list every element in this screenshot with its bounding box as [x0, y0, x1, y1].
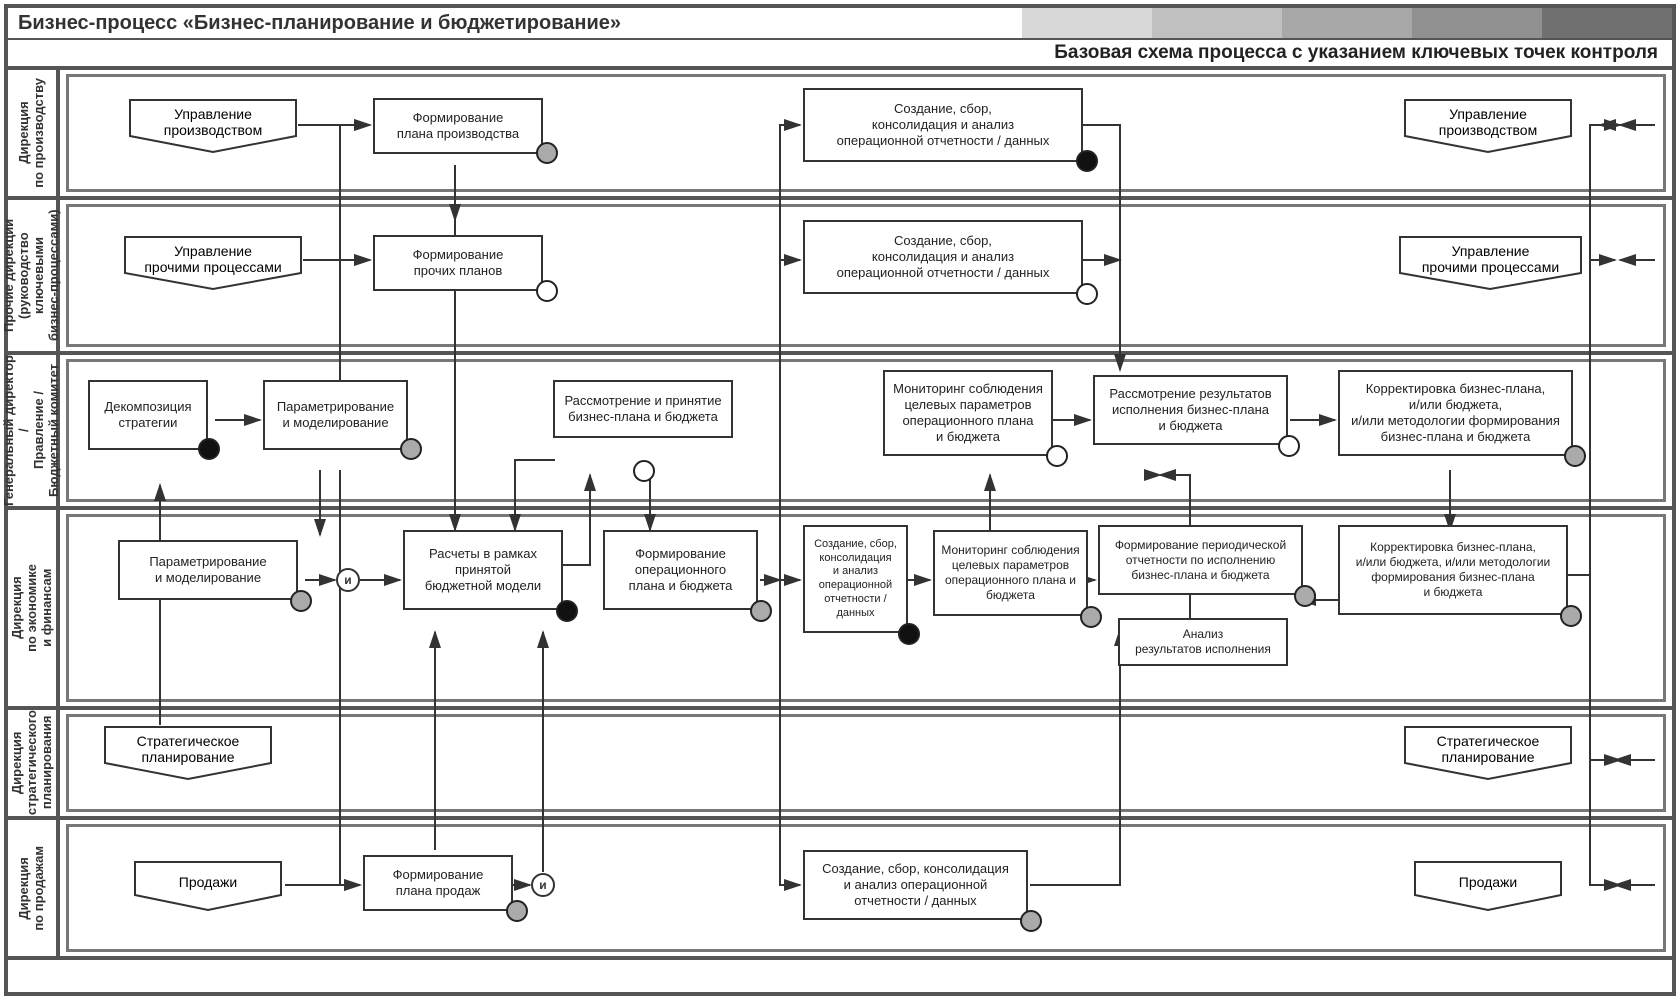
subtitle-bar: Базовая схема процесса с указанием ключе… — [8, 40, 1672, 70]
box-consolidation-prod: Создание, сбор,консолидация и анализопер… — [803, 88, 1083, 162]
control-point-gray — [290, 590, 312, 612]
lane-label-ceo: Генеральный директор /Правление /Бюджетн… — [8, 355, 60, 506]
gate-and: и — [531, 873, 555, 897]
control-point-black — [198, 438, 220, 460]
box-form-sales-plan: Формированиеплана продаж — [363, 855, 513, 911]
gate-and: и — [336, 568, 360, 592]
lane-label-other: Прочие дирекции(руководство ключевымибиз… — [8, 200, 60, 351]
swimlanes: Дирекцияпо производству Прочие дирекции(… — [8, 70, 1672, 988]
control-point-gray — [1080, 606, 1102, 628]
ext-process-other-left: Управлениепрочими процессами — [123, 235, 303, 291]
ext-process-production-left: Управлениепроизводством — [128, 98, 298, 154]
box-parametrization-ceo: Параметрированиеи моделирование — [263, 380, 408, 450]
ext-process-other-right: Управлениепрочими процессами — [1398, 235, 1583, 291]
lane-label-finance: Дирекцияпо экономикеи финансам — [8, 510, 60, 706]
diagram-subtitle: Базовая схема процесса с указанием ключе… — [1054, 42, 1658, 64]
box-monitoring-fin: Мониторинг соблюденияцелевых параметрово… — [933, 530, 1088, 616]
control-point-black — [1076, 150, 1098, 172]
box-budget-calc: Расчеты в рамкахпринятойбюджетной модели — [403, 530, 563, 610]
box-decomp-strategy: Декомпозициястратегии — [88, 380, 208, 450]
control-point-gray — [1560, 605, 1582, 627]
lane-label-production: Дирекцияпо производству — [8, 70, 60, 196]
ext-process-sales-right: Продажи — [1413, 860, 1563, 912]
title-bar: Бизнес-процесс «Бизнес-планирование и бю… — [8, 8, 1672, 40]
box-parametrization-fin: Параметрированиеи моделирование — [118, 540, 298, 600]
box-monitoring-ceo: Мониторинг соблюденияцелевых параметрово… — [883, 370, 1053, 456]
ext-process-strategy-left: Стратегическоепланирование — [103, 725, 273, 781]
box-form-op-plan: Формированиеоперационногоплана и бюджета — [603, 530, 758, 610]
ext-process-production-right: Управлениепроизводством — [1403, 98, 1573, 154]
control-point-white — [1278, 435, 1300, 457]
control-point-black — [898, 623, 920, 645]
title-stripes — [1022, 8, 1672, 38]
control-point-gray — [536, 142, 558, 164]
box-review-results: Рассмотрение результатовисполнения бизне… — [1093, 375, 1288, 445]
box-correction-fin: Корректировка бизнес-плана,и/или бюджета… — [1338, 525, 1568, 615]
control-point-black — [556, 600, 578, 622]
box-consolidation-sales: Создание, сбор, консолидацияи анализ опе… — [803, 850, 1028, 920]
ext-process-sales-left: Продажи — [133, 860, 283, 912]
control-point-white — [1076, 283, 1098, 305]
box-consolidation-fin: Создание, сбор,консолидацияи анализопера… — [803, 525, 908, 633]
box-review-bp-budget: Рассмотрение и принятиебизнес-плана и бю… — [553, 380, 733, 438]
box-periodic-report: Формирование периодическойотчетности по … — [1098, 525, 1303, 595]
box-analysis: Анализрезультатов исполнения — [1118, 618, 1288, 666]
control-point-gray — [1020, 910, 1042, 932]
box-consolidation-other: Создание, сбор,консолидация и анализопер… — [803, 220, 1083, 294]
box-form-other-plans: Формированиепрочих планов — [373, 235, 543, 291]
box-correction-ceo: Корректировка бизнес-плана,и/или бюджета… — [1338, 370, 1573, 456]
lane-label-sales: Дирекцияпо продажам — [8, 820, 60, 956]
control-point-white — [633, 460, 655, 482]
control-point-gray — [750, 600, 772, 622]
box-form-production-plan: Формированиеплана производства — [373, 98, 543, 154]
ext-process-strategy-right: Стратегическоепланирование — [1403, 725, 1573, 781]
diagram-title: Бизнес-процесс «Бизнес-планирование и бю… — [8, 12, 1022, 35]
control-point-white — [1046, 445, 1068, 467]
control-point-gray — [506, 900, 528, 922]
control-point-gray — [1564, 445, 1586, 467]
control-point-gray — [400, 438, 422, 460]
lane-label-strategy: Дирекциястратегическогопланирования — [8, 710, 60, 816]
control-point-gray — [1294, 585, 1316, 607]
control-point-white — [536, 280, 558, 302]
